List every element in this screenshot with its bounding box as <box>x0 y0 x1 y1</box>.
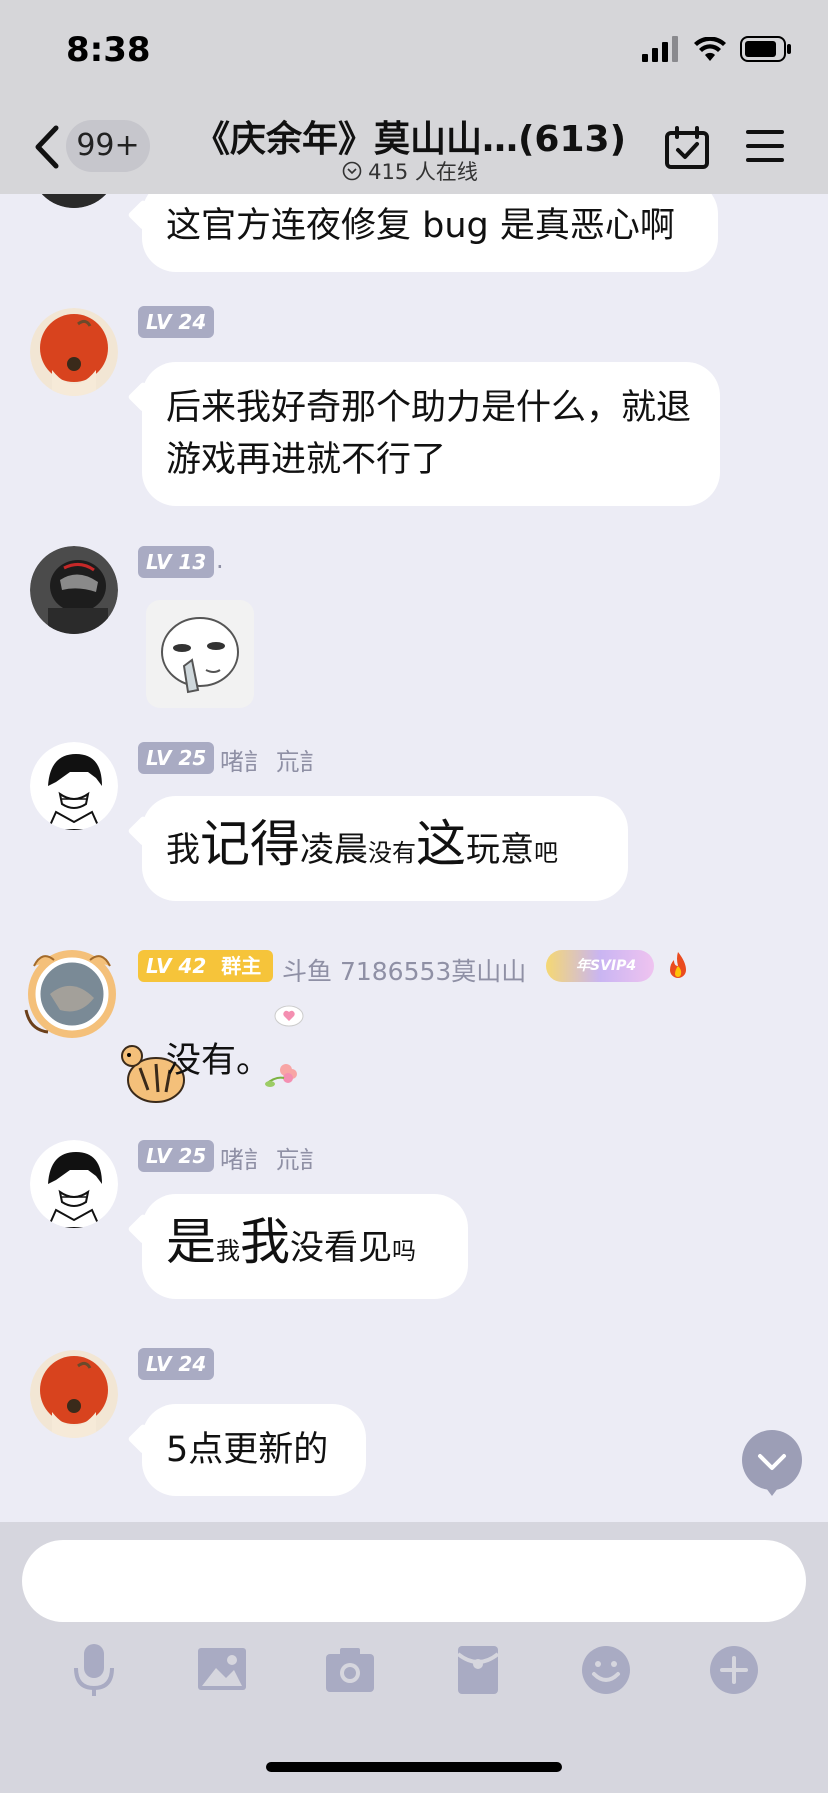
text-fragment: 没看见 <box>290 1228 392 1268</box>
message-text: 后来我好奇那个助力是什么，就退游戏再进就不行了 <box>166 388 692 480</box>
message-text: 没有。 <box>166 1041 272 1081</box>
menu-icon[interactable] <box>746 128 784 164</box>
home-indicator[interactable] <box>266 1762 562 1772</box>
chat-list[interactable]: 这官方连夜修复 bug 是真恶心啊 LV 24 后来我好奇那个助力是什么，就退游… <box>0 194 828 1522</box>
avatar[interactable] <box>30 1350 118 1438</box>
scroll-to-bottom-button[interactable] <box>742 1430 802 1496</box>
svip-label: 年SVIP4 <box>576 958 637 974</box>
text-fragment: 记得 <box>200 815 300 873</box>
microphone-icon[interactable] <box>64 1640 124 1700</box>
wifi-icon <box>694 37 726 61</box>
text-fragment: 玩意 <box>466 830 534 870</box>
avatar-frame-tiger[interactable] <box>20 946 124 1042</box>
nickname[interactable]: . <box>216 546 224 574</box>
text-fragment: 是 <box>166 1213 216 1271</box>
message-bubble-decorated[interactable]: 没有。 <box>142 1004 312 1104</box>
message-bubble[interactable]: 5点更新的 <box>142 1404 366 1496</box>
text-fragment: 没有 <box>368 839 416 867</box>
level-text: LV 42 <box>146 954 207 978</box>
avatar[interactable] <box>30 308 118 396</box>
text-fragment: 我 <box>240 1213 290 1271</box>
back-icon[interactable] <box>30 124 66 170</box>
text-fragment: 吗 <box>392 1237 416 1265</box>
level-badge: LV 42 群主 <box>138 950 274 982</box>
owner-badge: 群主 <box>221 954 262 978</box>
status-icons <box>642 36 792 62</box>
text-fragment: 吧 <box>534 839 558 867</box>
nickname[interactable]: 啫訁 巟訁 <box>220 742 324 777</box>
calendar-check-icon[interactable] <box>664 126 710 170</box>
message-bubble[interactable]: 我记得凌晨没有这玩意吧 <box>142 796 628 901</box>
level-badge: LV 25 <box>138 742 215 774</box>
message-text: 5点更新的 <box>166 1430 329 1470</box>
chevron-down-circle-icon <box>342 161 362 181</box>
flower-icon <box>265 1064 297 1087</box>
online-count[interactable]: 415 人在线 <box>150 156 670 186</box>
heart-bubble-icon <box>274 1005 304 1027</box>
unread-badge[interactable]: 99+ <box>66 120 150 172</box>
signal-icon <box>642 36 678 62</box>
message-bubble[interactable]: 这官方连夜修复 bug 是真恶心啊 <box>142 194 718 272</box>
status-time: 8:38 <box>66 30 151 70</box>
online-label: 415 人在线 <box>368 160 478 184</box>
level-badge: LV 24 <box>138 306 215 338</box>
status-bar: 8:38 <box>0 0 828 100</box>
message-bubble[interactable]: 后来我好奇那个助力是什么，就退游戏再进就不行了 <box>142 362 720 506</box>
emoji-icon[interactable] <box>576 1640 636 1700</box>
text-fragment: 我 <box>216 1237 240 1265</box>
composer <box>0 1522 828 1793</box>
message-input[interactable] <box>22 1540 806 1622</box>
avatar[interactable] <box>30 742 118 830</box>
plus-icon[interactable] <box>704 1640 764 1700</box>
message-text: 这官方连夜修复 bug 是真恶心啊 <box>166 206 675 246</box>
fire-icon <box>670 952 686 978</box>
message-bubble[interactable]: 是我我没看见吗 <box>142 1194 468 1299</box>
avatar[interactable] <box>30 546 118 634</box>
sticker-face[interactable] <box>146 600 254 708</box>
nickname[interactable]: 斗鱼 7186553莫山山 <box>282 952 526 988</box>
svip-badge: 年SVIP4 <box>546 950 654 982</box>
text-fragment: 我 <box>166 830 200 870</box>
level-badge: LV 24 <box>138 1348 215 1380</box>
red-packet-icon[interactable] <box>448 1640 508 1700</box>
text-fragment: 凌晨 <box>300 830 368 870</box>
level-badge: LV 25 <box>138 1140 215 1172</box>
avatar[interactable] <box>30 194 118 208</box>
avatar[interactable] <box>30 1140 118 1228</box>
battery-icon <box>740 36 791 62</box>
nickname[interactable]: 啫訁 巟訁 <box>220 1140 324 1175</box>
level-badge: LV 13 <box>138 546 215 578</box>
image-icon[interactable] <box>192 1640 252 1700</box>
text-fragment: 这 <box>416 815 466 873</box>
chevron-down-icon <box>758 1454 786 1496</box>
group-title[interactable]: 《庆余年》莫山山…(613) <box>150 110 670 162</box>
chat-header: 99+ 《庆余年》莫山山…(613) 415 人在线 <box>0 100 828 194</box>
camera-icon[interactable] <box>320 1640 380 1700</box>
